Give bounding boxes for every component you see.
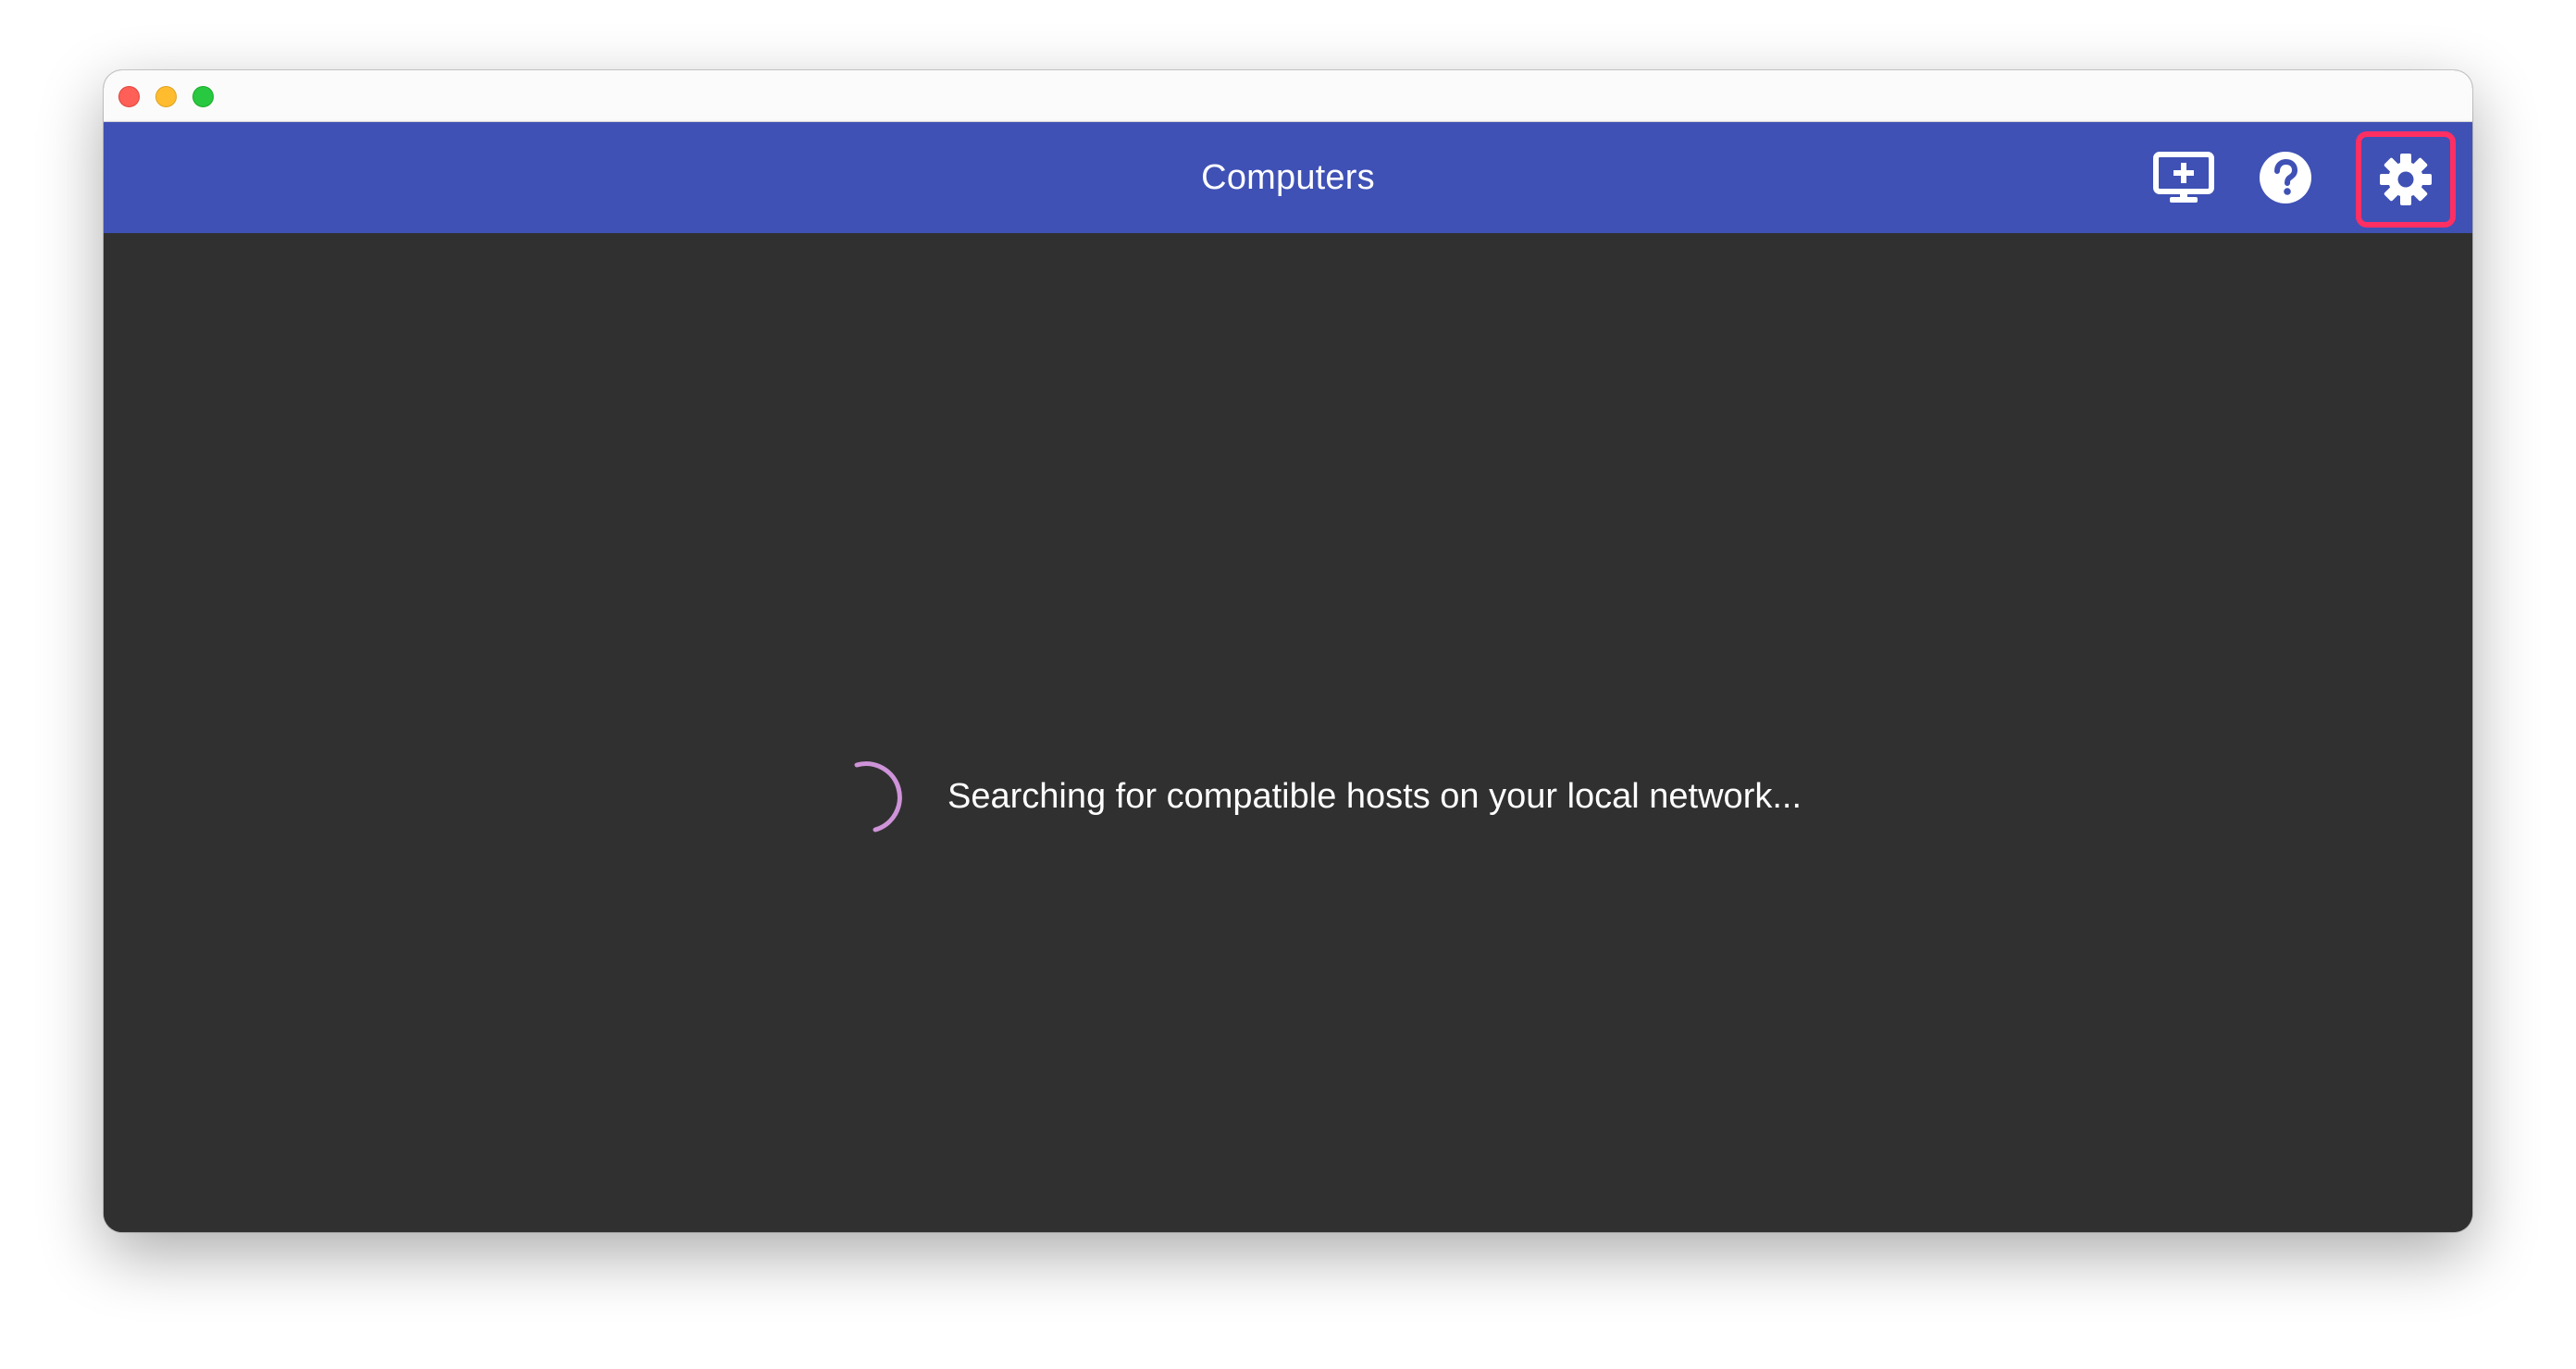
searching-status: Searching for compatible hosts on your l…	[851, 755, 1802, 838]
window-titlebar	[104, 70, 2472, 122]
settings-button[interactable]	[2356, 131, 2456, 228]
close-icon[interactable]	[118, 86, 140, 107]
loading-spinner-icon	[854, 761, 902, 832]
monitor-plus-icon	[2153, 152, 2214, 203]
help-circle-icon	[2260, 152, 2311, 204]
help-button[interactable]	[2250, 142, 2321, 213]
app-bar: Computers	[104, 122, 2472, 233]
status-text: Searching for compatible hosts on your l…	[947, 776, 1802, 816]
gear-icon	[2380, 154, 2432, 205]
maximize-icon[interactable]	[192, 86, 214, 107]
page-title: Computers	[1201, 158, 1375, 197]
main-content: Searching for compatible hosts on your l…	[104, 233, 2472, 1232]
add-host-button[interactable]	[2149, 142, 2219, 213]
app-window: Computers Searching for compatible hosts…	[104, 70, 2472, 1232]
minimize-icon[interactable]	[155, 86, 177, 107]
